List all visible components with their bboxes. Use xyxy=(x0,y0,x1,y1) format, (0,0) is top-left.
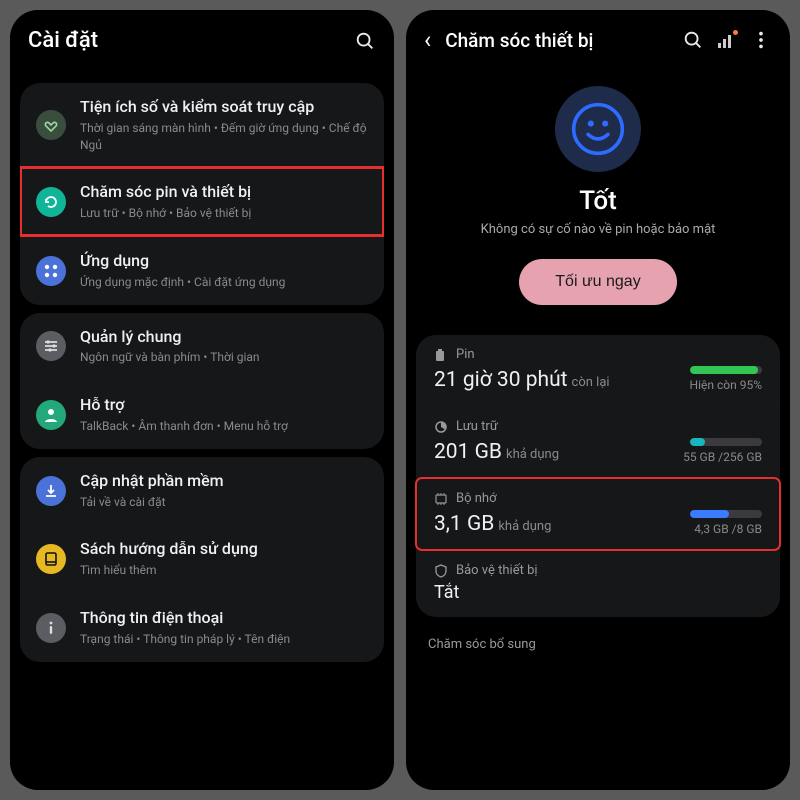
stat-value: 21 giờ 30 phútcòn lại xyxy=(434,368,610,392)
settings-row-heart[interactable]: Tiện ích số và kiểm soát truy cậpThời gi… xyxy=(20,83,384,167)
stat-label: Bộ nhớ xyxy=(434,491,762,506)
settings-row-refresh[interactable]: Chăm sóc pin và thiết bị Lưu trữ • Bộ nhớ… xyxy=(20,167,384,236)
info-icon xyxy=(36,613,66,643)
book-icon xyxy=(36,544,66,574)
status-subtitle: Không có sự cố nào về pin hoặc bảo mật xyxy=(426,222,770,237)
settings-row-book[interactable]: Sách hướng dẫn sử dụng Tìm hiểu thêm xyxy=(20,524,384,593)
row-title: Quản lý chung xyxy=(80,327,368,348)
settings-header: Cài đặt xyxy=(10,10,394,67)
stat-detail: 55 GB /256 GB xyxy=(683,438,762,464)
back-icon[interactable]: ‹ xyxy=(424,28,431,52)
settings-group: Tiện ích số và kiểm soát truy cậpThời gi… xyxy=(20,83,384,305)
grid-icon xyxy=(36,256,66,286)
row-subtitle: Tải về và cài đặt xyxy=(80,494,368,511)
row-title: Sách hướng dẫn sử dụng xyxy=(80,539,368,560)
search-icon[interactable] xyxy=(682,29,704,51)
settings-row-info[interactable]: Thông tin điện thoại Trạng thái • Thông t… xyxy=(20,593,384,662)
status-title: Tốt xyxy=(426,186,770,216)
stat-label: Lưu trữ xyxy=(434,419,762,434)
stat-label: Pin xyxy=(434,347,762,362)
person-icon xyxy=(36,400,66,430)
row-subtitle: TalkBack • Âm thanh đơn • Menu hỗ trợ xyxy=(80,418,368,435)
signal-icon[interactable] xyxy=(718,32,736,48)
stats-card: Pin 21 giờ 30 phútcòn lại Hiện còn 95% Lưu … xyxy=(416,335,780,617)
clipped-prev-item xyxy=(10,67,394,75)
row-subtitle: Thời gian sáng màn hình • Đếm giờ ứng dụ… xyxy=(80,120,368,154)
device-care-screen: ‹ Chăm sóc thiết bị Tốt Không có sự cố n… xyxy=(406,10,790,790)
download-icon xyxy=(36,476,66,506)
settings-row-download[interactable]: Cập nhật phần mềm Tải về và cài đặt xyxy=(20,457,384,525)
stat-storage[interactable]: Lưu trữ 201 GBkhả dụng 55 GB /256 GB xyxy=(416,406,780,478)
settings-row-person[interactable]: Hỗ trợ TalkBack • Âm thanh đơn • Menu hỗ … xyxy=(20,380,384,449)
row-title: Thông tin điện thoại xyxy=(80,608,368,629)
stat-protect[interactable]: Bảo vệ thiết bị Tắt xyxy=(416,550,780,617)
page-title: Cài đặt xyxy=(28,28,340,53)
row-title: Tiện ích số và kiểm soát truy cập xyxy=(80,97,368,118)
settings-row-grid[interactable]: Ứng dụng Ứng dụng mặc định • Cài đặt ứng … xyxy=(20,236,384,305)
row-title: Hỗ trợ xyxy=(80,395,368,416)
heart-icon xyxy=(36,110,66,140)
stat-value: 201 GBkhả dụng xyxy=(434,440,559,464)
sliders-icon xyxy=(36,331,66,361)
status-section: Tốt Không có sự cố nào về pin hoặc bảo m… xyxy=(406,66,790,325)
stat-bar xyxy=(690,366,762,374)
stat-detail: Hiện còn 95% xyxy=(690,366,762,392)
row-subtitle: Tìm hiểu thêm xyxy=(80,562,368,579)
status-smile-icon xyxy=(555,86,641,172)
stat-detail: 4,3 GB /8 GB xyxy=(690,510,762,536)
more-icon[interactable] xyxy=(750,29,772,51)
stat-bar xyxy=(690,438,762,446)
stat-value: Tắt xyxy=(434,582,762,603)
stat-value: 3,1 GBkhả dụng xyxy=(434,512,551,536)
extra-care-label: Chăm sóc bổ sung xyxy=(406,627,790,662)
search-icon[interactable] xyxy=(354,30,376,52)
stat-memory[interactable]: Bộ nhớ 3,1 GBkhả dụng 4,3 GB /8 GB xyxy=(416,478,780,550)
page-title: Chăm sóc thiết bị xyxy=(445,29,668,52)
settings-group: Quản lý chungNgôn ngữ và bàn phím • Thời… xyxy=(20,313,384,449)
row-title: Cập nhật phần mềm xyxy=(80,471,368,492)
stat-label: Bảo vệ thiết bị xyxy=(434,563,762,578)
settings-group: Cập nhật phần mềm Tải về và cài đặt Sách h… xyxy=(20,457,384,662)
row-subtitle: Trạng thái • Thông tin pháp lý • Tên điệ… xyxy=(80,631,368,648)
row-title: Chăm sóc pin và thiết bị xyxy=(80,182,368,203)
refresh-icon xyxy=(36,187,66,217)
row-subtitle: Ứng dụng mặc định • Cài đặt ứng dụng xyxy=(80,274,368,291)
settings-screen: Cài đặt Tiện ích số và kiểm soát truy cậ… xyxy=(10,10,394,790)
stat-battery[interactable]: Pin 21 giờ 30 phútcòn lại Hiện còn 95% xyxy=(416,335,780,406)
device-care-header: ‹ Chăm sóc thiết bị xyxy=(406,10,790,66)
row-title: Ứng dụng xyxy=(80,251,368,272)
stat-bar xyxy=(690,510,762,518)
row-subtitle: Lưu trữ • Bộ nhớ • Bảo vệ thiết bị xyxy=(80,205,368,222)
settings-row-sliders[interactable]: Quản lý chungNgôn ngữ và bàn phím • Thời… xyxy=(20,313,384,381)
optimize-button[interactable]: Tối ưu ngay xyxy=(519,259,676,305)
row-subtitle: Ngôn ngữ và bàn phím • Thời gian xyxy=(80,349,368,366)
